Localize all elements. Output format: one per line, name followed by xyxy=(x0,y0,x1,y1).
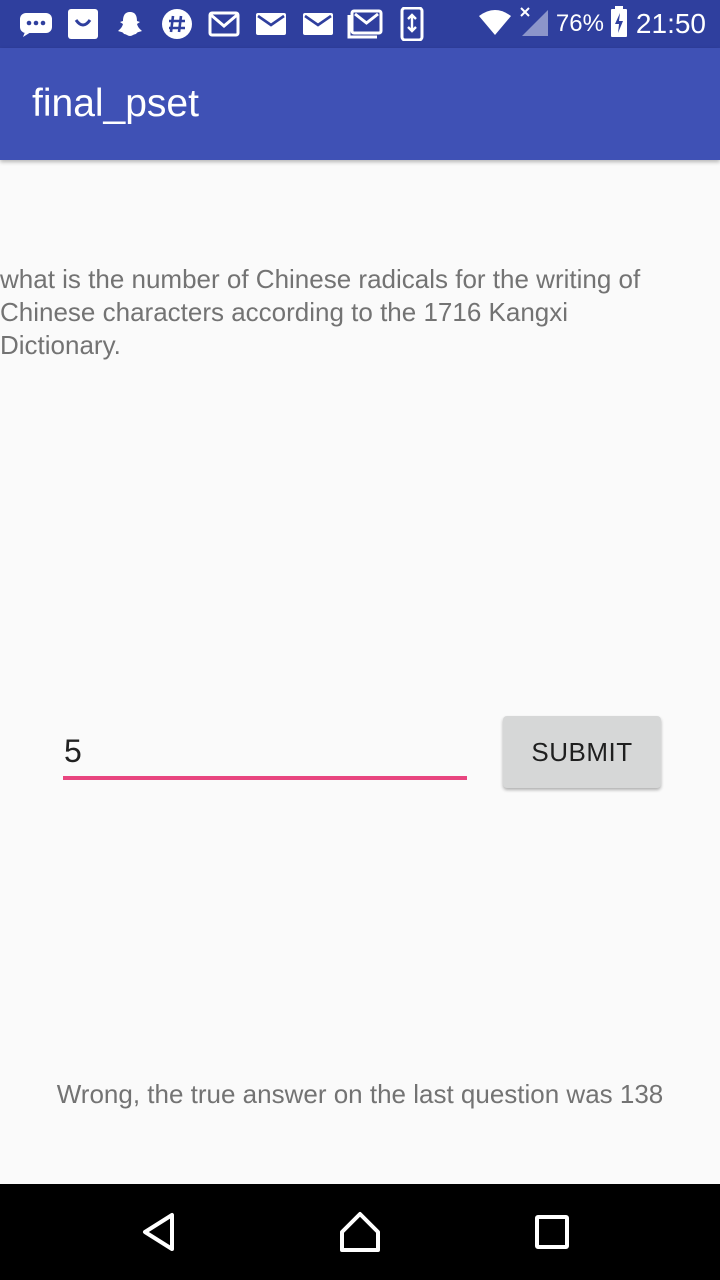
back-triangle-icon xyxy=(143,1213,174,1251)
answer-input[interactable] xyxy=(63,726,468,776)
clock: 21:50 xyxy=(635,8,706,39)
gallery-mail-icon xyxy=(347,8,383,40)
recents-square-icon xyxy=(535,1215,569,1249)
navigation-bar xyxy=(0,1184,720,1280)
back-button[interactable] xyxy=(132,1204,188,1260)
question-text: what is the number of Chinese radicals f… xyxy=(0,264,641,360)
submit-button[interactable]: SUBMIT xyxy=(503,716,661,788)
notification-icons xyxy=(18,7,430,41)
battery-charging-icon xyxy=(610,5,628,43)
slack-hash-icon xyxy=(159,8,195,40)
home-icon xyxy=(340,1212,380,1252)
submit-button-label: SUBMIT xyxy=(531,736,633,767)
home-button[interactable] xyxy=(332,1204,388,1260)
signal-icon xyxy=(518,6,550,43)
system-status-icons: 76% 21:50 xyxy=(478,5,706,43)
chat-bubble-icon xyxy=(18,8,54,40)
battery-percent: 76% xyxy=(555,10,604,37)
app-title: final_pset xyxy=(32,82,199,125)
mail-icon xyxy=(253,8,289,40)
mail-icon xyxy=(300,8,336,40)
phone-sync-icon xyxy=(394,7,430,41)
answer-field[interactable] xyxy=(63,726,468,782)
result-message: Wrong, the true answer on the last quest… xyxy=(56,1079,664,1109)
answer-underline xyxy=(63,776,467,780)
app-screen: 76% 21:50 final_pset what is the number … xyxy=(0,0,720,1280)
shopping-bag-icon xyxy=(65,8,101,40)
wifi-icon xyxy=(478,8,512,41)
recents-button[interactable] xyxy=(524,1204,580,1260)
app-bar: final_pset xyxy=(0,48,720,160)
snapchat-ghost-icon xyxy=(112,8,148,40)
status-bar: 76% 21:50 xyxy=(0,0,720,48)
gmail-icon xyxy=(206,8,242,40)
